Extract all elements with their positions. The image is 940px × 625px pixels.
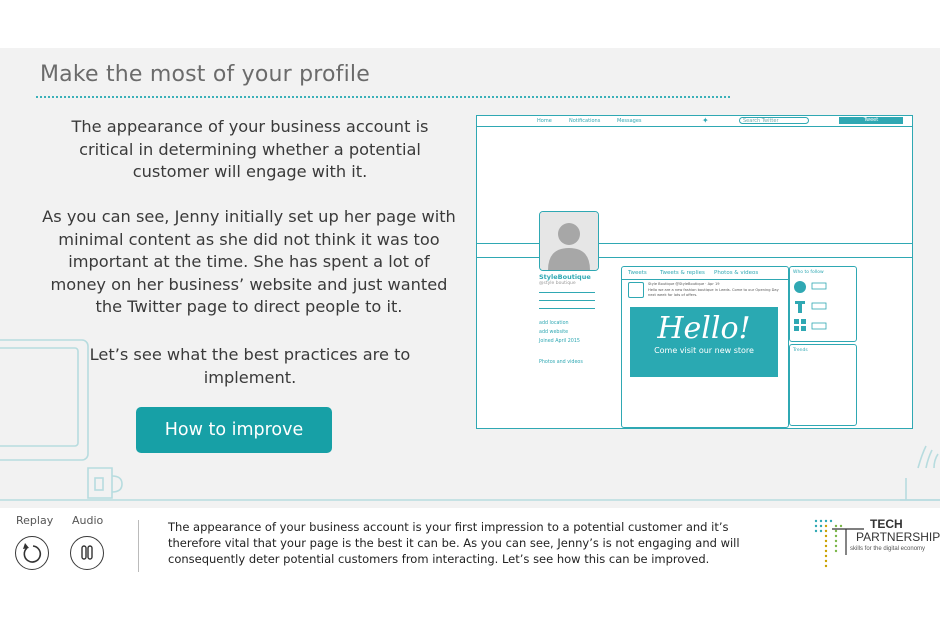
footer-divider [138, 520, 139, 572]
trends-heading: Trends [793, 348, 808, 353]
context-paragraph: As you can see, Jenny initially set up h… [42, 207, 456, 316]
twitter-search-box: Search Twitter [739, 117, 809, 124]
hello-heading: Hello! [657, 311, 751, 346]
who-to-follow-panel: Who to follow [789, 266, 857, 342]
replay-button[interactable] [15, 536, 49, 570]
page-title: Make the most of your profile [40, 62, 370, 87]
intro-paragraph: The appearance of your business account … [71, 117, 429, 181]
twitter-nav-messages: Messages [617, 118, 642, 124]
call-to-action-text: Let’s see what the best practices are to… [89, 345, 411, 387]
profile-avatar-placeholder [539, 211, 599, 271]
tab-photos-videos: Photos & videos [714, 270, 759, 276]
twitter-nav-home: Home [537, 118, 552, 124]
audio-label: Audio [72, 514, 104, 527]
profile-location: add location [539, 321, 569, 326]
tab-tweets-replies: Tweets & replies [660, 270, 705, 276]
profile-website: add website [539, 330, 569, 335]
default-avatar-icon [540, 212, 598, 270]
twitter-nav-bar: Home Notifications Messages ✦ Search Twi… [477, 116, 912, 127]
replay-icon [23, 543, 42, 563]
profile-handle: @style boutique [539, 281, 576, 286]
profile-photos: Photos and videos [539, 360, 583, 365]
pause-icon [81, 545, 93, 560]
bio-line [539, 292, 595, 293]
narration-caption: The appearance of your business account … [168, 520, 740, 566]
logo-text-partnership: PARTNERSHIP [856, 530, 940, 544]
twitter-bird-icon: ✦ [702, 116, 709, 125]
hello-subtext: Come visit our new store [654, 346, 754, 355]
tweet-text: Hello we are a new fashion boutique in L… [648, 288, 779, 297]
title-divider [36, 96, 730, 98]
tab-tweets: Tweets [628, 270, 647, 276]
tweet-author: Style Boutique @StyleBoutique · Apr 19 [648, 282, 720, 286]
bio-line [539, 308, 595, 309]
profile-name: StyleBoutique [539, 273, 591, 281]
logo-text-tech: TECH [870, 517, 903, 531]
tweet-feed: Tweets Tweets & replies Photos & videos … [621, 266, 789, 428]
twitter-nav-notifications: Notifications [569, 118, 601, 124]
feed-tabs: Tweets Tweets & replies Photos & videos [622, 267, 788, 280]
bio-line [539, 300, 595, 301]
suggestion-icons [794, 281, 827, 331]
tweet-avatar [628, 282, 644, 298]
hello-image: Hello! Come visit our new store [630, 307, 778, 377]
profile-joined: Joined April 2015 [539, 339, 580, 344]
tech-partnership-logo: TECH PARTNERSHIP skills for the digital … [812, 515, 940, 573]
twitter-profile-mockup: Home Notifications Messages ✦ Search Twi… [476, 115, 913, 429]
trends-panel: Trends [789, 344, 857, 426]
twitter-tweet-button: Tweet [839, 117, 903, 124]
who-to-follow-heading: Who to follow [793, 270, 824, 275]
slide-panel: Make the most of your profile The appear… [0, 48, 940, 508]
audio-button[interactable] [70, 536, 104, 570]
how-to-improve-button[interactable]: How to improve [136, 407, 332, 453]
replay-label: Replay [16, 514, 54, 527]
logo-tagline: skills for the digital economy [850, 546, 926, 552]
